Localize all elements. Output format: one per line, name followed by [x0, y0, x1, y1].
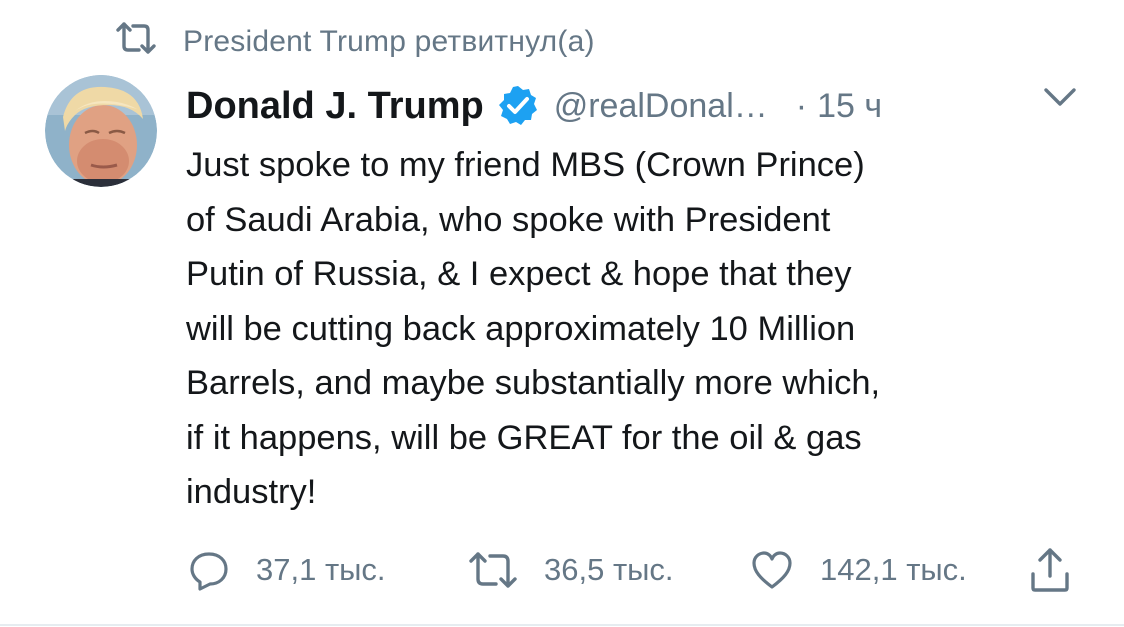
retweet-icon — [115, 20, 183, 64]
divider — [0, 624, 1124, 626]
tweet-card[interactable]: President Trump ретвитнул(а) Donald J. T… — [0, 0, 1124, 627]
retweet-context-text[interactable]: President Trump ретвитнул(а) — [183, 25, 595, 59]
like-button[interactable]: 142,1 тыс. — [750, 543, 967, 597]
retweet-count: 36,5 тыс. — [544, 552, 674, 587]
share-icon — [1028, 546, 1072, 594]
separator-dot: · — [795, 86, 808, 125]
tweet-header: Donald J. Trump @realDonal… · 15 ч — [186, 78, 882, 134]
retweet-button[interactable]: 36,5 тыс. — [468, 543, 674, 597]
retweet-icon — [468, 550, 518, 590]
reply-icon — [188, 549, 230, 591]
share-button[interactable] — [1028, 543, 1072, 597]
chevron-down-icon[interactable] — [1040, 82, 1080, 112]
reply-button[interactable]: 37,1 тыс. — [188, 543, 386, 597]
tweet-actions: 37,1 тыс. 36,5 тыс. 142,1 тыс. — [188, 543, 1088, 597]
avatar[interactable] — [45, 75, 157, 187]
retweet-context: President Trump ретвитнул(а) — [115, 22, 595, 62]
tweet-timestamp[interactable]: 15 ч — [817, 87, 882, 126]
reply-count: 37,1 тыс. — [256, 552, 386, 587]
author-name[interactable]: Donald J. Trump — [186, 85, 484, 128]
like-count: 142,1 тыс. — [820, 552, 967, 587]
tweet-text: Just spoke to my friend MBS (Crown Princ… — [186, 146, 881, 511]
author-handle[interactable]: @realDonal… — [554, 87, 768, 126]
heart-icon — [750, 549, 794, 591]
verified-badge-icon — [496, 84, 540, 128]
